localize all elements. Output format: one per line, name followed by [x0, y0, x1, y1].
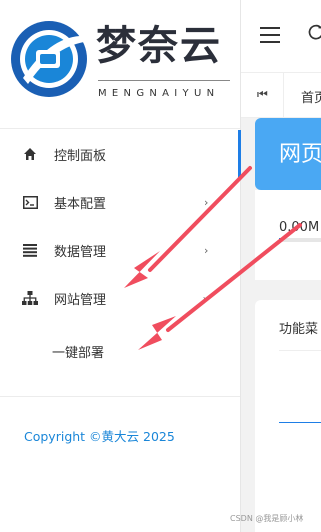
- chevron-right-icon: ›: [204, 243, 209, 257]
- chevron-down-icon: ›: [199, 295, 213, 301]
- tab-bar: ⏮ 首页: [241, 73, 321, 118]
- logo-divider: [98, 80, 230, 81]
- tab-scroll-left-icon[interactable]: ⏮: [257, 87, 268, 102]
- logo[interactable]: 梦奈云 MENGNAIYUN: [0, 0, 240, 112]
- tab-divider: [283, 73, 284, 117]
- stat-progress-fill: [279, 238, 281, 242]
- sidebar-item-dashboard[interactable]: 控制面板: [0, 130, 241, 178]
- function-menu-title: 功能菜: [279, 322, 319, 337]
- sidebar-item-one-click-deploy[interactable]: 一键部署: [0, 327, 240, 375]
- chevron-right-icon: ›: [204, 195, 209, 209]
- sitemap-icon: [22, 290, 38, 306]
- sidebar-divider: [0, 128, 240, 129]
- logo-text: 梦奈云: [96, 22, 222, 69]
- refresh-icon[interactable]: [307, 23, 321, 41]
- card-accent-line: [279, 422, 321, 423]
- hamburger-icon[interactable]: [260, 27, 280, 43]
- list-icon: [22, 242, 38, 258]
- function-menu-card: 功能菜: [255, 300, 321, 532]
- home-icon: [22, 146, 38, 162]
- banner-card: 网页: [255, 118, 321, 190]
- logo-mark-icon: [11, 21, 87, 97]
- sidebar-item-label: 网站管理: [54, 292, 107, 308]
- terminal-icon: [22, 194, 38, 210]
- sidebar-item-label: 基本配置: [54, 196, 107, 212]
- card-divider: [279, 350, 321, 351]
- sidebar-divider: [0, 396, 240, 397]
- stat-card: 0.00M: [255, 190, 321, 280]
- sidebar-item-label: 控制面板: [54, 148, 107, 164]
- sidebar-item-label: 数据管理: [54, 244, 107, 260]
- copyright-text: Copyright ©黄大云 2025: [24, 429, 175, 444]
- banner-title: 网页: [279, 142, 321, 167]
- stat-value: 0.00M: [279, 220, 320, 235]
- top-bar: [241, 0, 321, 73]
- stat-progress-bar: [279, 238, 321, 242]
- sidebar-item-site-management[interactable]: 网站管理 ›: [0, 274, 240, 322]
- main-content: 网页 0.00M 功能菜: [241, 118, 321, 532]
- watermark: CSDN @我是顾小林: [230, 514, 304, 523]
- sidebar-item-data-management[interactable]: 数据管理 ›: [0, 226, 240, 274]
- sidebar-item-basic-config[interactable]: 基本配置 ›: [0, 178, 240, 226]
- sidebar: 梦奈云 MENGNAIYUN 控制面板 基本配置 › 数据管理 › 网站管理 ›…: [0, 0, 241, 532]
- sidebar-item-label: 一键部署: [52, 345, 105, 361]
- logo-subtitle: MENGNAIYUN: [98, 88, 220, 99]
- tab-home[interactable]: 首页: [301, 87, 321, 106]
